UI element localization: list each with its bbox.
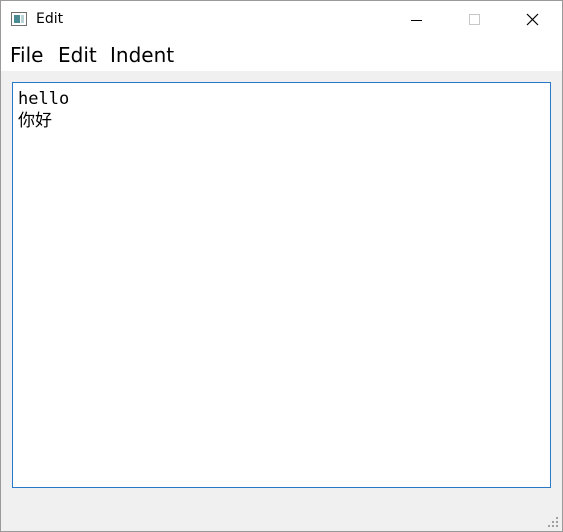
editor-line: hello	[18, 89, 70, 109]
minimize-icon	[411, 20, 422, 21]
window-title: Edit	[36, 11, 64, 27]
close-icon	[526, 13, 539, 26]
maximize-button[interactable]	[450, 1, 496, 39]
minimize-button[interactable]	[393, 1, 439, 39]
menu-edit[interactable]: Edit	[58, 43, 97, 67]
size-grip-icon[interactable]	[547, 516, 559, 528]
app-window-icon	[11, 12, 27, 26]
title-bar[interactable]: Edit	[1, 1, 562, 39]
menu-file[interactable]: File	[10, 43, 43, 67]
maximize-icon	[469, 14, 480, 25]
close-button[interactable]	[509, 1, 555, 39]
text-editor[interactable]: hello 你好	[12, 82, 551, 488]
main-window: Edit File Edit Indent hello 你好	[0, 0, 563, 532]
status-bar	[1, 491, 562, 531]
menu-bar: File Edit Indent	[1, 39, 562, 71]
menu-indent[interactable]: Indent	[110, 43, 174, 67]
editor-line: 你好	[18, 111, 52, 131]
